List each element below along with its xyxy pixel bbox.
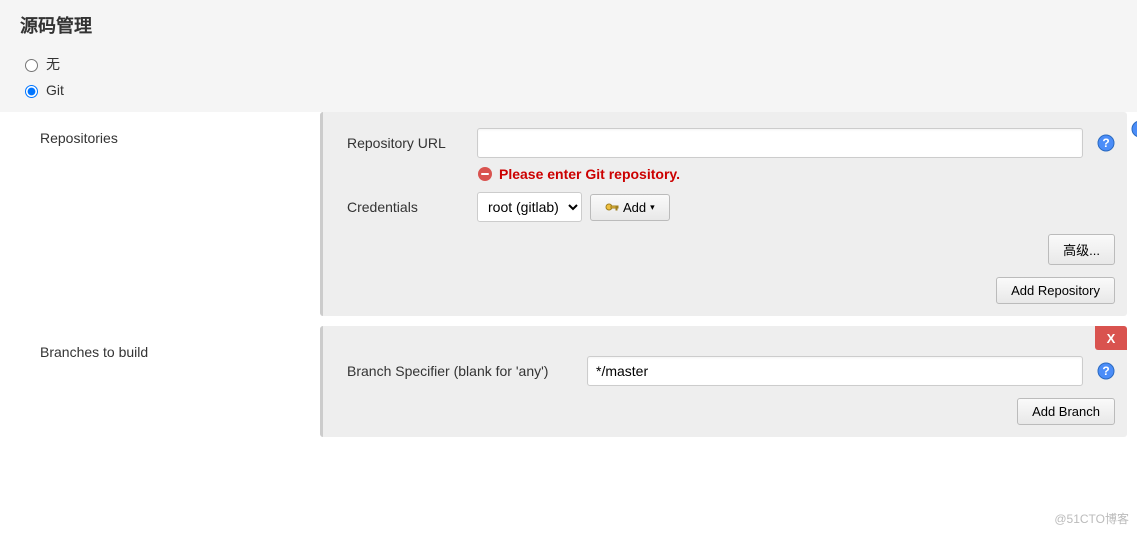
help-icon[interactable]: ? — [1097, 362, 1115, 380]
credentials-row: Credentials root (gitlab) Add ▾ — [347, 192, 1115, 222]
scm-git-option[interactable]: Git — [20, 78, 1117, 102]
error-icon — [477, 166, 493, 182]
svg-text:?: ? — [1102, 364, 1109, 378]
branch-specifier-row: Branch Specifier (blank for 'any') ? — [347, 356, 1115, 386]
scm-git-radio[interactable] — [25, 85, 38, 98]
repositories-label: Repositories — [40, 112, 310, 146]
branch-specifier-input[interactable] — [587, 356, 1083, 386]
scm-none-radio[interactable] — [25, 59, 38, 72]
repo-url-input[interactable] — [477, 128, 1083, 158]
repositories-row: Repositories ? Repository URL ? Please e… — [40, 112, 1127, 316]
scm-selector: 无 Git — [0, 46, 1137, 112]
repo-url-row: Repository URL ? — [347, 128, 1115, 158]
key-icon — [605, 200, 619, 214]
branches-label: Branches to build — [40, 326, 310, 360]
dropdown-caret-icon: ▾ — [650, 202, 655, 213]
svg-text:?: ? — [1102, 136, 1109, 150]
advanced-button[interactable]: 高级... — [1048, 234, 1115, 265]
add-repository-button[interactable]: Add Repository — [996, 277, 1115, 304]
repo-url-label: Repository URL — [347, 135, 477, 151]
scm-none-label: 无 — [46, 54, 60, 74]
help-icon[interactable]: ? — [1097, 134, 1115, 152]
repositories-panel: ? Repository URL ? Please enter Git repo… — [320, 112, 1127, 316]
branches-panel: X Branch Specifier (blank for 'any') ? A… — [320, 326, 1127, 437]
repo-url-error: Please enter Git repository. — [477, 166, 1115, 182]
credentials-label: Credentials — [347, 199, 477, 215]
git-config-area: Repositories ? Repository URL ? Please e… — [0, 112, 1137, 457]
branch-specifier-label: Branch Specifier (blank for 'any') — [347, 363, 587, 379]
section-title: 源码管理 — [0, 0, 1137, 46]
scm-none-option[interactable]: 无 — [20, 50, 1117, 78]
add-credentials-label: Add — [623, 200, 646, 215]
watermark: @51CTO博客 — [1054, 510, 1129, 527]
add-credentials-button[interactable]: Add ▾ — [590, 194, 670, 221]
branches-row: Branches to build X Branch Specifier (bl… — [40, 326, 1127, 437]
scm-git-label: Git — [46, 82, 64, 98]
delete-branch-button[interactable]: X — [1095, 326, 1127, 350]
help-icon[interactable]: ? — [1131, 120, 1137, 138]
credentials-select[interactable]: root (gitlab) — [477, 192, 582, 222]
repo-url-error-text: Please enter Git repository. — [499, 166, 680, 182]
add-branch-button[interactable]: Add Branch — [1017, 398, 1115, 425]
